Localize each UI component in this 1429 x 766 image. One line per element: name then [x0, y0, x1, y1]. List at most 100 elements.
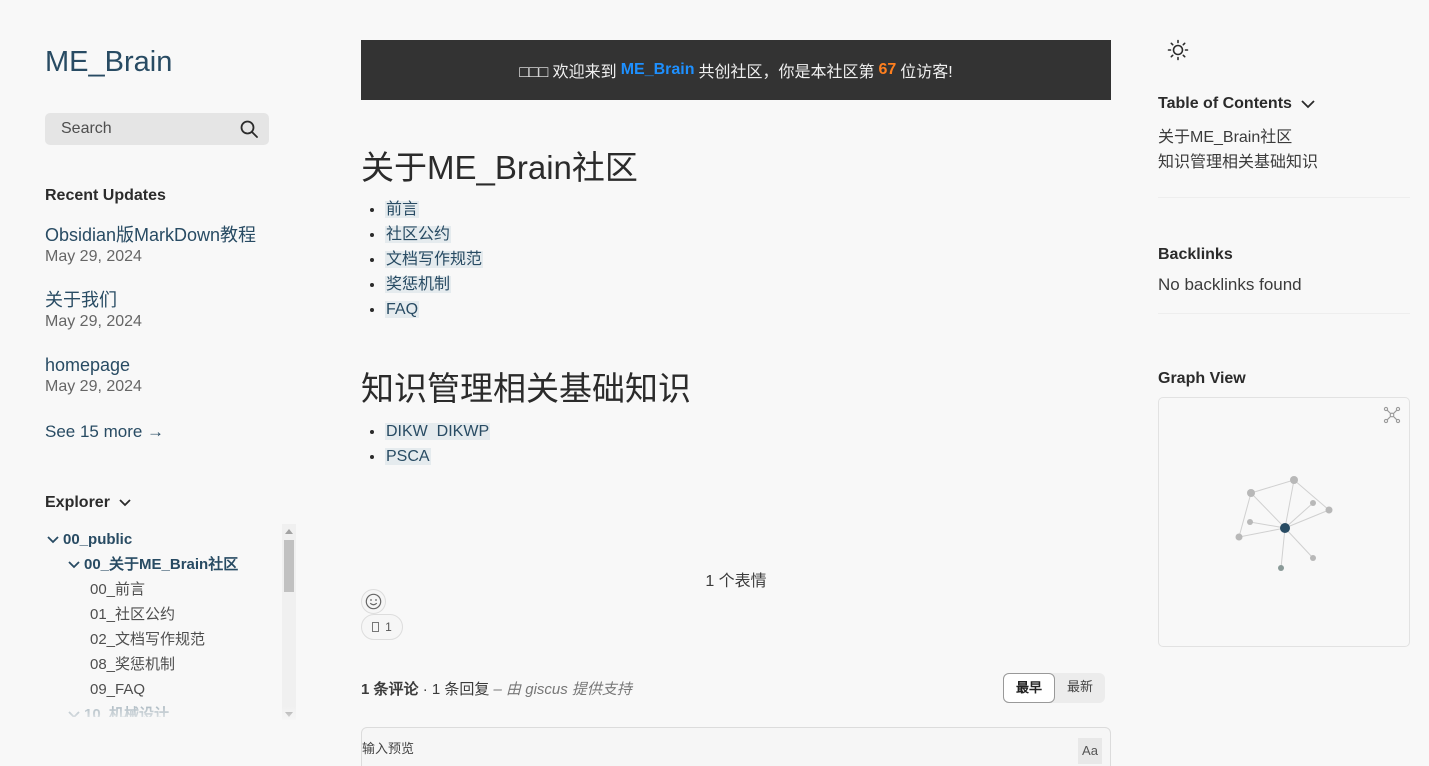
- recent-item-link[interactable]: homepage: [45, 354, 285, 376]
- chevron-down-icon: [1301, 100, 1315, 109]
- scroll-up-arrow[interactable]: [285, 529, 293, 534]
- sort-toggle: 最早 最新: [1003, 673, 1106, 703]
- divider: [1158, 197, 1410, 198]
- right-sidebar: Table of Contents 关于ME_Brain社区 知识管理相关基础知…: [1158, 0, 1410, 766]
- chevron-down-icon: [119, 499, 131, 507]
- emoji-glyph-icon: [372, 622, 380, 632]
- list-item: 前言: [385, 197, 483, 222]
- list-item: FAQ: [385, 297, 483, 322]
- chevron-down-icon: [68, 560, 80, 568]
- internal-link[interactable]: 奖惩机制: [385, 276, 452, 293]
- knowledge-links-list: DIKW DIKWP PSCA: [385, 419, 491, 469]
- graph-node: [1310, 555, 1316, 561]
- file-item[interactable]: 01_社区公约: [45, 602, 285, 627]
- graph-view[interactable]: [1158, 397, 1410, 647]
- recent-item: Obsidian版MarkDown教程 May 29, 2024: [45, 224, 285, 268]
- file-item[interactable]: 08_奖惩机制: [45, 652, 285, 677]
- folder-00-public[interactable]: 00_public: [45, 527, 285, 552]
- toc-title: Table of Contents: [1158, 95, 1292, 112]
- reactions-title: 1 个表情: [705, 573, 767, 590]
- recent-item-link[interactable]: Obsidian版MarkDown教程: [45, 224, 285, 246]
- list-item: 社区公约: [385, 222, 483, 247]
- explorer-toggle[interactable]: Explorer: [45, 494, 132, 512]
- search-label: Search: [61, 120, 112, 137]
- visitor-banner: □□□ 欢迎来到 ME_Brain 共创社区，你是本社区第 67 位访客!: [361, 40, 1111, 100]
- explorer-title: Explorer: [45, 494, 110, 511]
- list-item: DIKW DIKWP: [385, 419, 491, 444]
- internal-link[interactable]: DIKW DIKWP: [385, 423, 491, 440]
- left-sidebar: ME_Brain Search Recent Updates Obsidian版…: [45, 0, 345, 766]
- folder-label: 00_关于ME_Brain社区: [84, 556, 239, 573]
- graph-node: [1247, 489, 1255, 497]
- backlinks-title: Backlinks: [1158, 246, 1233, 263]
- recent-updates-title: Recent Updates: [45, 187, 166, 204]
- reaction-pill[interactable]: 1: [361, 614, 403, 640]
- graph-node-current: [1280, 523, 1290, 533]
- chevron-down-icon: [47, 535, 59, 543]
- graph-node: [1325, 506, 1333, 514]
- comment-editor[interactable]: 输入预览 Aa: [361, 727, 1111, 766]
- recent-item: 关于我们 May 29, 2024: [45, 289, 285, 333]
- scrollbar-thumb[interactable]: [284, 540, 294, 592]
- search-button[interactable]: Search: [45, 113, 269, 145]
- list-item: PSCA: [385, 444, 490, 469]
- file-item[interactable]: 00_前言: [45, 577, 285, 602]
- file-item[interactable]: 02_文档写作规范: [45, 627, 285, 652]
- graph-view-title: Graph View: [1158, 370, 1246, 387]
- internal-link[interactable]: 社区公约: [385, 226, 452, 243]
- recent-item-date: May 29, 2024: [45, 313, 142, 330]
- comments-count: 1 条评论: [361, 681, 419, 698]
- folder-label: 00_public: [63, 531, 133, 548]
- toc-list: 关于ME_Brain社区 知识管理相关基础知识: [1158, 125, 1318, 175]
- divider: [1158, 313, 1410, 314]
- section-heading-about: 关于ME_Brain社区: [361, 149, 638, 186]
- toc-item[interactable]: 关于ME_Brain社区: [1158, 125, 1318, 150]
- internal-link[interactable]: PSCA: [385, 448, 431, 465]
- tree-fade-overlay: [45, 706, 345, 726]
- list-item: 奖惩机制: [385, 272, 483, 297]
- smiley-icon: [365, 593, 382, 610]
- explorer-scrollbar[interactable]: [282, 524, 296, 720]
- recent-item-date: May 29, 2024: [45, 378, 142, 395]
- comments-meta: 1 条评论 · 1 条回复 – 由 giscus 提供支持: [361, 678, 632, 699]
- graph-node: [1278, 565, 1284, 571]
- toc-item[interactable]: 知识管理相关基础知识: [1158, 150, 1318, 175]
- sort-oldest-button[interactable]: 最早: [1003, 673, 1056, 703]
- internal-link[interactable]: 前言: [385, 201, 420, 218]
- internal-link[interactable]: FAQ: [385, 301, 420, 318]
- explorer-tree: 00_public 00_关于ME_Brain社区 00_前言 01_社区公约 …: [45, 527, 285, 717]
- site-title[interactable]: ME_Brain: [45, 46, 172, 79]
- reaction-count: 1: [385, 620, 392, 634]
- sort-newest-button[interactable]: 最新: [1055, 673, 1105, 703]
- sun-icon[interactable]: [1167, 39, 1189, 61]
- recent-item: homepage May 29, 2024: [45, 354, 285, 398]
- see-more-link[interactable]: See 15 more →: [45, 422, 164, 442]
- graph-node: [1247, 519, 1253, 525]
- section-heading-knowledge: 知识管理相关基础知识: [361, 370, 691, 407]
- banner-prefix: □□□ 欢迎来到: [519, 64, 617, 81]
- graph-node: [1235, 533, 1243, 541]
- graph-node: [1310, 500, 1316, 506]
- list-item: 文档写作规范: [385, 247, 484, 272]
- powered-by-giscus[interactable]: – 由 giscus 提供支持: [494, 681, 632, 698]
- banner-middle: 共创社区，你是本社区第: [698, 64, 875, 81]
- global-graph-icon[interactable]: [1383, 406, 1401, 424]
- internal-link[interactable]: 文档写作规范: [385, 251, 484, 268]
- format-button[interactable]: Aa: [1078, 738, 1102, 764]
- input-preview-tab[interactable]: 输入预览: [362, 738, 414, 757]
- recent-item-link[interactable]: 关于我们: [45, 289, 285, 311]
- graph-node: [1290, 476, 1298, 484]
- recent-item-date: May 29, 2024: [45, 248, 142, 265]
- add-reaction-button[interactable]: [361, 589, 386, 614]
- folder-about-community[interactable]: 00_关于ME_Brain社区: [45, 552, 285, 577]
- replies-count: 1 条回复: [431, 681, 490, 698]
- file-item[interactable]: 09_FAQ: [45, 677, 285, 702]
- banner-suffix: 位访客!: [900, 64, 953, 81]
- search-icon: [240, 120, 258, 138]
- toc-toggle[interactable]: Table of Contents: [1158, 95, 1316, 113]
- meta-separator: ·: [422, 681, 432, 698]
- about-links-list: 前言 社区公约 文档写作规范 奖惩机制 FAQ: [385, 197, 484, 322]
- backlinks-empty: No backlinks found: [1158, 275, 1302, 294]
- graph-network: [1235, 476, 1333, 571]
- recent-updates-list: Obsidian版MarkDown教程 May 29, 2024 关于我们 Ma…: [45, 224, 285, 419]
